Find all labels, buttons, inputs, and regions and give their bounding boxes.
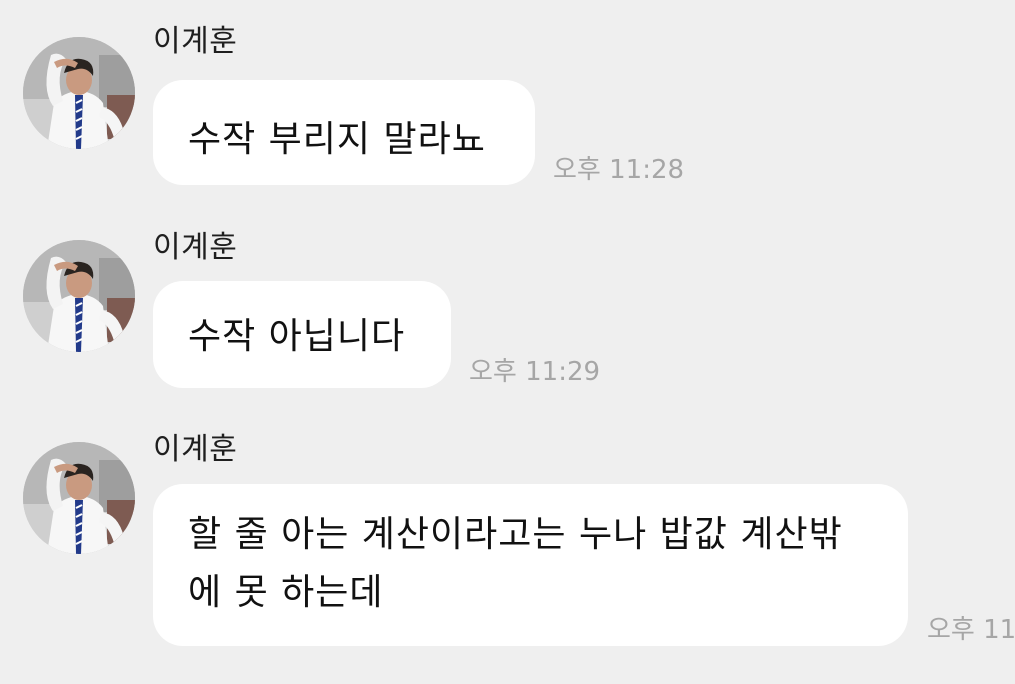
- message-text-line: 할 줄 아는 계산이라고는 누나 밥값 계산밖: [188, 514, 843, 555]
- avatar[interactable]: [23, 442, 135, 554]
- sender-name: 이계훈: [153, 24, 238, 59]
- message-text: 수작 아닙니다: [188, 316, 406, 357]
- message-time: 오후 11:28: [553, 155, 685, 185]
- message-bubble[interactable]: 수작 아닙니다: [153, 281, 451, 388]
- sender-name: 이계훈: [153, 230, 238, 265]
- sender-name: 이계훈: [153, 432, 238, 467]
- message-text: 수작 부리지 말라뇨: [188, 119, 486, 160]
- profile-photo-icon: [23, 442, 135, 554]
- message-bubble[interactable]: 할 줄 아는 계산이라고는 누나 밥값 계산밖 에 못 하는데: [153, 484, 908, 646]
- message-text-line: 에 못 하는데: [188, 572, 384, 613]
- avatar[interactable]: [23, 240, 135, 352]
- profile-photo-icon: [23, 37, 135, 149]
- chat-message-list: 이계훈 수작 부리지 말라뇨 오후 11:28 이계훈 수작 아닙니다 오후 1…: [0, 0, 1015, 684]
- message-time: 오후 11:: [927, 615, 1015, 645]
- profile-photo-icon: [23, 240, 135, 352]
- message-time: 오후 11:29: [469, 357, 601, 387]
- avatar[interactable]: [23, 37, 135, 149]
- message-bubble[interactable]: 수작 부리지 말라뇨: [153, 80, 535, 185]
